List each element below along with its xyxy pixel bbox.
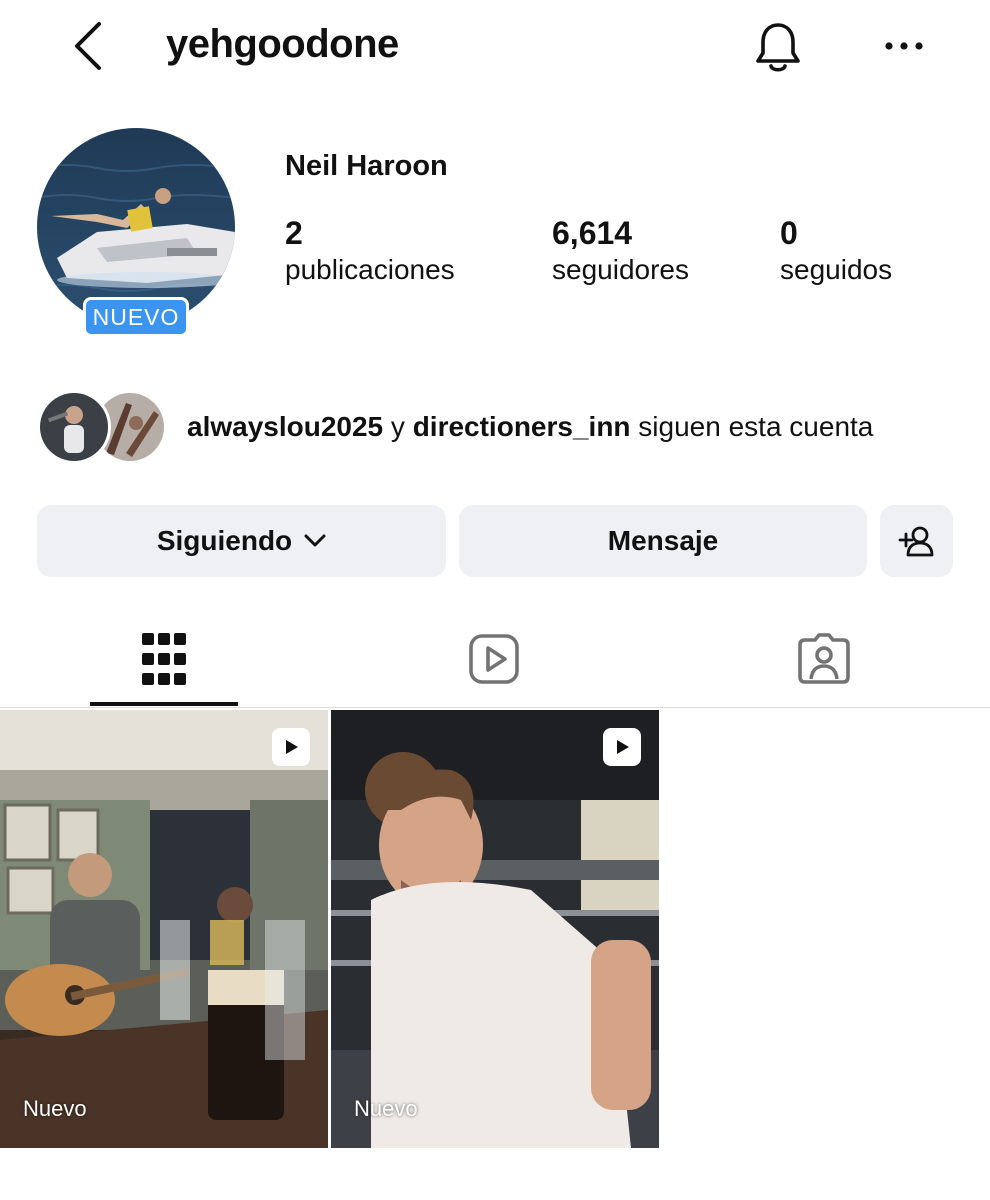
tab-reels[interactable]	[420, 610, 568, 708]
following-button-label: Siguiendo	[156, 525, 293, 556]
posts-label: publicaciones	[285, 254, 455, 285]
follower-username-2[interactable]: directioners_inn	[413, 411, 631, 442]
follower-username-1[interactable]: alwayslou2025	[187, 411, 383, 442]
post-label: Nuevo	[23, 1096, 87, 1121]
bell-icon	[756, 23, 800, 72]
follower-photo	[40, 393, 108, 461]
posts-stat[interactable]: 2 publicaciones	[285, 214, 455, 288]
post-thumbnail[interactable]: Nuevo	[0, 710, 328, 1148]
chevron-down-icon	[304, 534, 326, 547]
profile-header: yehgoodone	[0, 0, 990, 96]
add-person-button[interactable]	[880, 505, 953, 577]
back-button[interactable]	[62, 20, 114, 72]
followers-count: 6,614	[552, 215, 633, 251]
profile-username: yehgoodone	[166, 22, 399, 66]
reels-icon	[469, 634, 519, 684]
following-label: seguidos	[780, 254, 893, 285]
message-button-label: Mensaje	[607, 525, 719, 556]
followers-stat[interactable]: 6,614 seguidores	[552, 214, 689, 288]
reel-indicator	[272, 728, 310, 766]
reel-indicator	[603, 728, 641, 766]
ellipsis-icon	[885, 42, 923, 50]
tagged-icon	[798, 633, 850, 684]
play-icon	[286, 740, 298, 754]
post-photo	[331, 710, 659, 1148]
following-count: 0	[780, 215, 798, 251]
chevron-left-icon	[75, 22, 101, 70]
add-person-icon	[898, 526, 933, 557]
tab-tagged[interactable]	[750, 610, 898, 708]
post-thumbnail[interactable]: Nuevo	[331, 710, 659, 1148]
play-icon	[617, 740, 629, 754]
new-badge: NUEVO	[83, 297, 189, 337]
followed-by-row[interactable]: alwayslou2025 y directioners_inn siguen …	[37, 390, 967, 466]
post-photo	[0, 710, 328, 1148]
grid-icon	[142, 633, 186, 685]
follower-avatar	[37, 390, 111, 464]
followed-by-text: alwayslou2025 y directioners_inn siguen …	[187, 411, 874, 442]
posts-count: 2	[285, 215, 303, 251]
post-label: Nuevo	[354, 1096, 418, 1121]
tab-posts-grid[interactable]	[90, 610, 238, 708]
followers-label: seguidores	[552, 254, 689, 285]
profile-tabs	[0, 610, 990, 708]
notifications-button[interactable]	[748, 18, 808, 78]
following-stat[interactable]: 0 seguidos	[780, 214, 892, 288]
following-button[interactable]: Siguiendo	[37, 505, 446, 577]
more-options-button[interactable]	[876, 22, 932, 70]
profile-full-name: Neil Haroon	[285, 150, 448, 182]
active-tab-indicator	[90, 702, 238, 706]
message-button[interactable]: Mensaje	[459, 505, 867, 577]
